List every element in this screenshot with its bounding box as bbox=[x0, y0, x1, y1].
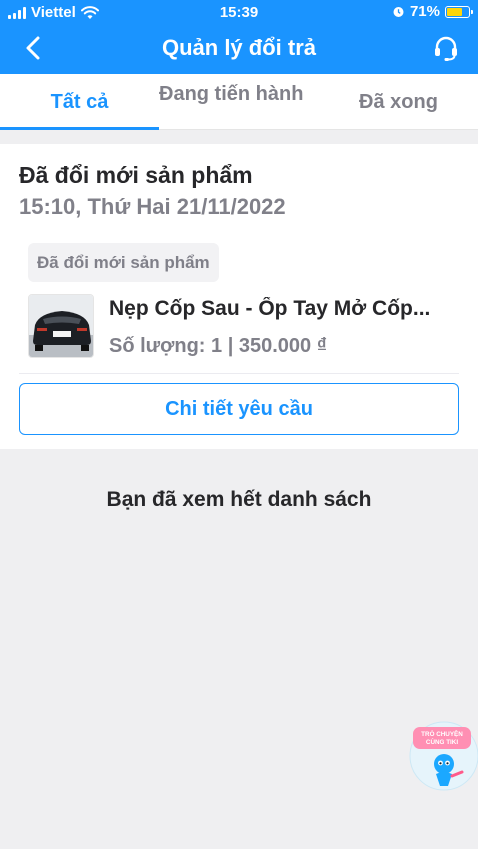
return-request-card: Đã đổi mới sản phẩm 15:10, Thứ Hai 21/11… bbox=[0, 144, 478, 449]
header: Viettel 15:39 71% Quản lý đổi trả bbox=[0, 0, 478, 74]
tab-in-progress[interactable]: Đang tiến hành bbox=[159, 74, 319, 130]
product-name[interactable]: Nẹp Cốp Sau - Ốp Tay Mở Cốp... bbox=[109, 297, 449, 321]
tab-done-label: Đã xong bbox=[359, 91, 438, 113]
svg-text:CÙNG TIKI: CÙNG TIKI bbox=[426, 737, 458, 746]
chat-widget-label: TRÒ CHUYỆN bbox=[421, 729, 463, 738]
product-quantity-price: Số lượng: 1 | 350.000 ₫ bbox=[109, 335, 327, 357]
end-of-list-message: Bạn đã xem hết danh sách bbox=[106, 488, 372, 511]
tab-all-label: Tất cả bbox=[50, 91, 109, 113]
battery-icon bbox=[445, 5, 473, 18]
battery-level bbox=[447, 7, 462, 16]
headset-icon[interactable] bbox=[432, 34, 460, 62]
tab-done[interactable]: Đã xong bbox=[319, 74, 478, 130]
request-detail-button[interactable]: Chi tiết yêu cầu bbox=[19, 383, 459, 435]
alarm-icon bbox=[393, 7, 404, 17]
product-image[interactable] bbox=[28, 294, 94, 358]
tab-in-progress-label: Đang tiến hành bbox=[159, 83, 304, 105]
tab-all[interactable]: Tất cả bbox=[0, 74, 159, 130]
divider bbox=[19, 373, 459, 374]
status-bar-right: 71% bbox=[392, 3, 473, 20]
status-bar: Viettel 15:39 71% bbox=[0, 0, 478, 26]
battery-percent: 71% bbox=[409, 3, 440, 20]
request-datetime: 15:10, Thứ Hai 21/11/2022 bbox=[19, 194, 286, 219]
chat-with-tiki-button[interactable]: TRÒ CHUYỆN CÙNG TIKI bbox=[408, 718, 478, 792]
tab-bar: Tất cả Đang tiến hành Đã xong bbox=[0, 74, 478, 130]
request-title: Đã đổi mới sản phẩm bbox=[19, 162, 253, 188]
page-title: Quản lý đổi trả bbox=[161, 35, 317, 60]
status-badge: Đã đổi mới sản phẩm bbox=[28, 243, 219, 282]
active-tab-indicator bbox=[0, 127, 159, 130]
car-trunk-image bbox=[29, 295, 93, 357]
